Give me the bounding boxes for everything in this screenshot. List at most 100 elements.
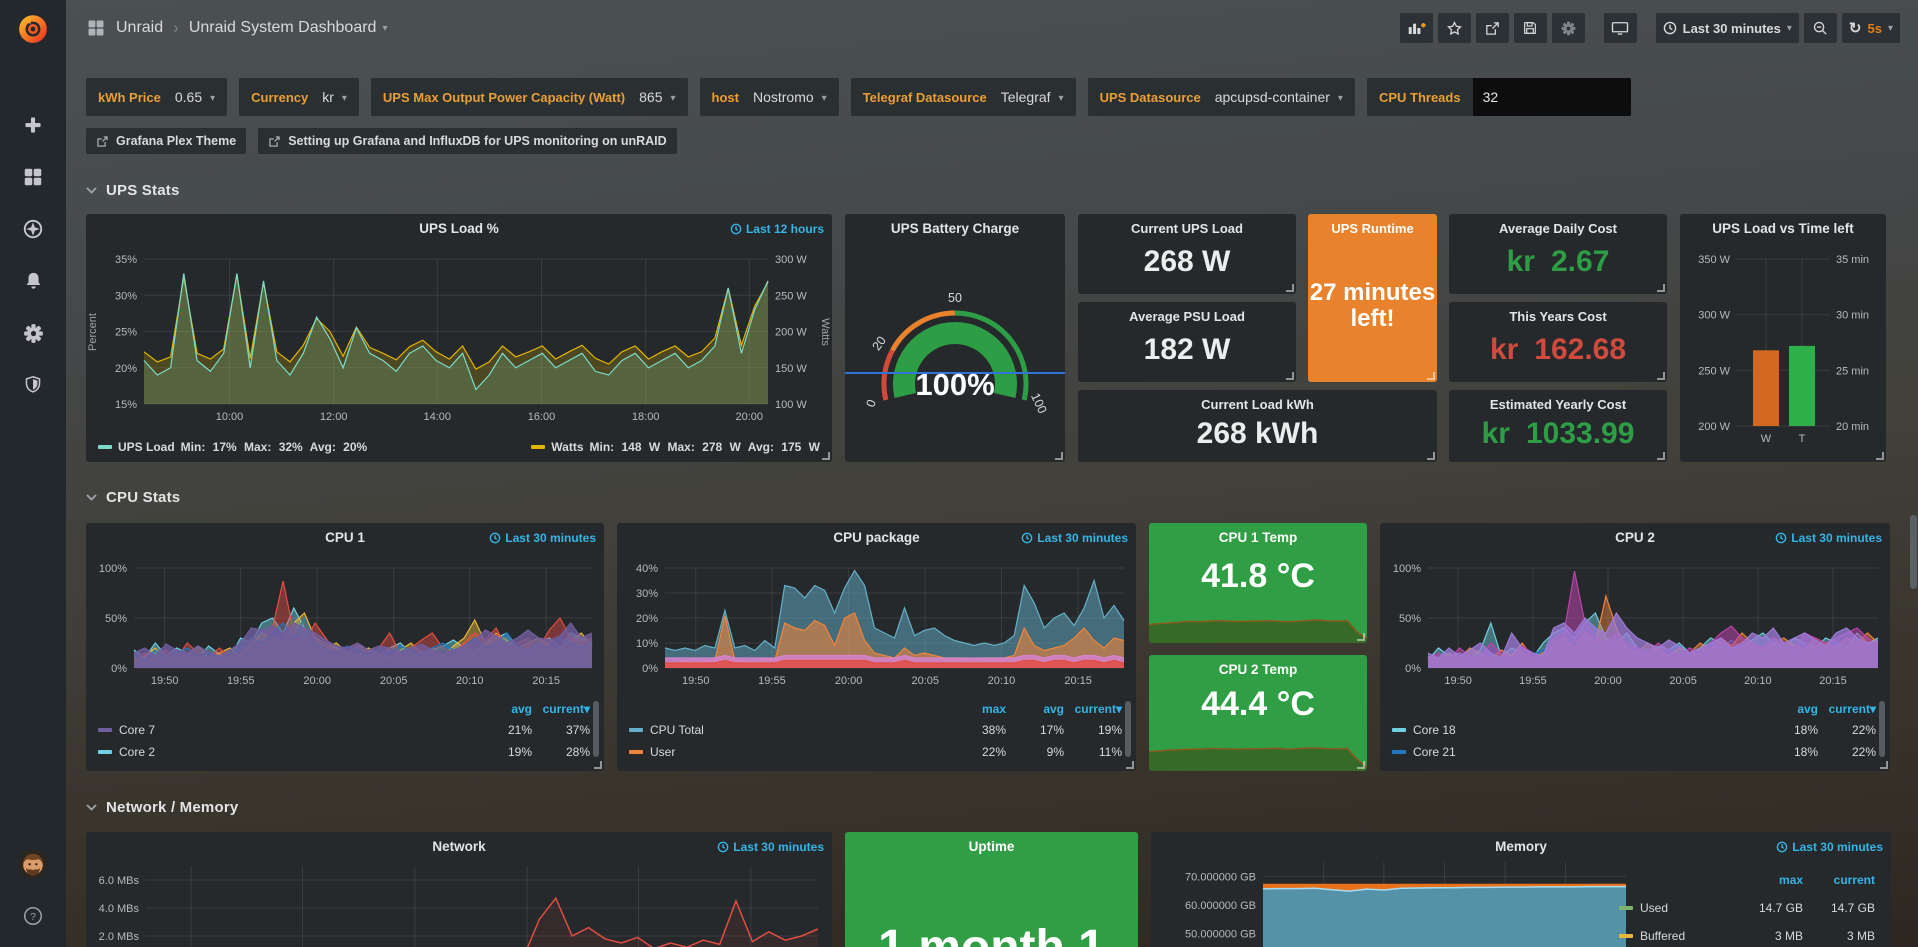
panel-title[interactable]: UPS Load % — [126, 221, 792, 236]
legend-column-header[interactable]: current — [1803, 873, 1875, 887]
explore-compass-icon[interactable] — [16, 214, 50, 244]
zoom-out-button[interactable] — [1804, 13, 1837, 43]
panel-title[interactable]: UPS Load vs Time left — [1688, 221, 1878, 236]
dashboards-grid-icon[interactable] — [16, 162, 50, 192]
sparkline — [1149, 607, 1367, 643]
y-axis-label-right: Watts — [819, 297, 831, 367]
battery-gauge[interactable]: 02050100 — [845, 214, 1065, 462]
svg-text:19:55: 19:55 — [227, 675, 255, 687]
chevron-down-icon: ▾ — [1059, 93, 1064, 104]
panel-time-override[interactable]: Last 30 minutes — [1021, 531, 1128, 545]
svg-text:19:55: 19:55 — [1519, 675, 1547, 687]
panel-time-override[interactable]: Last 30 minutes — [1776, 840, 1883, 854]
save-button[interactable] — [1514, 13, 1547, 43]
breadcrumb-app[interactable]: Unraid — [116, 19, 163, 37]
legend-column-header[interactable]: current▾ — [1064, 702, 1122, 716]
legend-column-header[interactable]: current▾ — [532, 702, 590, 716]
create-plus-icon[interactable] — [16, 110, 50, 140]
legend-series-name[interactable]: Core 21 — [1392, 745, 1760, 759]
legend-series-name[interactable]: Core 18 — [1392, 723, 1760, 737]
panel-title[interactable]: Uptime — [885, 839, 1098, 854]
legend-series-name[interactable]: Used — [1619, 901, 1731, 915]
series-swatch — [98, 445, 112, 449]
panel-time-override[interactable]: Last 30 minutes — [717, 840, 824, 854]
settings-gear-button[interactable] — [1552, 13, 1585, 43]
legend-series-name[interactable]: Core 7 — [98, 723, 474, 737]
legend-series-name[interactable]: Buffered — [1619, 929, 1731, 943]
legend-column-header[interactable]: max — [1731, 873, 1803, 887]
kiosk-monitor-button[interactable] — [1604, 13, 1637, 43]
help-icon[interactable]: ? — [16, 901, 50, 931]
svg-text:?: ? — [30, 911, 36, 923]
variable-telegraf-datasource[interactable]: Telegraf Datasource Telegraf ▾ — [851, 78, 1076, 116]
server-admin-shield-icon[interactable] — [16, 370, 50, 400]
gauge-value: 100% — [845, 367, 1065, 403]
legend-scrollbar[interactable] — [1125, 701, 1131, 757]
panel-title[interactable]: CPU 1 Temp — [1189, 530, 1327, 545]
legend-column-header[interactable]: max — [948, 702, 1006, 716]
legend-series-name[interactable]: User — [629, 745, 948, 759]
link-ups-monitoring-guide[interactable]: Setting up Grafana and InfluxDB for UPS … — [258, 128, 676, 154]
legend-series-name[interactable]: Core 2 — [98, 745, 474, 759]
legend-scrollbar[interactable] — [1879, 701, 1885, 757]
panel-title[interactable]: Memory — [1191, 839, 1851, 854]
page-scrollbar-thumb[interactable] — [1910, 515, 1917, 589]
cpu2-chart[interactable]: 19:5019:5520:0020:0520:1020:15100%50%0% — [1380, 523, 1890, 693]
share-button[interactable] — [1476, 13, 1509, 43]
add-panel-button[interactable] — [1400, 13, 1433, 43]
sidebar-bottom: ? — [0, 849, 66, 931]
user-avatar[interactable] — [18, 849, 48, 879]
section-ups-stats[interactable]: UPS Stats — [86, 176, 1890, 204]
variable-currency[interactable]: Currency kr ▾ — [239, 78, 359, 116]
svg-text:0%: 0% — [642, 663, 658, 675]
cpu-threads-input[interactable] — [1473, 78, 1631, 116]
svg-text:50%: 50% — [105, 613, 127, 625]
dashboard-title[interactable]: Unraid System Dashboard ▾ — [189, 19, 388, 37]
star-button[interactable] — [1438, 13, 1471, 43]
legend-scrollbar[interactable] — [593, 701, 599, 757]
panel-ups-load-vs-time-left: UPS Load vs Time left 350 W35 min300 W30… — [1680, 214, 1886, 462]
ups-load-chart[interactable]: 10:0012:0014:0016:0018:0020:0035%30%25%2… — [86, 214, 832, 462]
svg-text:12:00: 12:00 — [320, 411, 348, 423]
time-range-picker[interactable]: Last 30 minutes ▾ — [1656, 13, 1799, 43]
legend-column-header[interactable]: avg — [474, 702, 532, 716]
svg-text:200 W: 200 W — [1698, 421, 1730, 433]
legend-item[interactable]: UPS Load Min: 17% Max: 32% Avg: 20% — [98, 440, 367, 454]
panel-title[interactable]: Network — [126, 839, 792, 854]
panel-time-override[interactable]: Last 30 minutes — [489, 531, 596, 545]
section-network-memory[interactable]: Network / Memory — [86, 793, 1890, 821]
panel-title[interactable]: CPU 2 Temp — [1189, 662, 1327, 677]
dashboard-grid-icon[interactable] — [86, 18, 106, 38]
svg-text:35%: 35% — [115, 254, 137, 266]
variable-ups-max-power[interactable]: UPS Max Output Power Capacity (Watt) 865… — [371, 78, 688, 116]
panel-time-override[interactable]: Last 30 minutes — [1775, 531, 1882, 545]
panel-time-override[interactable]: Last 12 hours — [730, 222, 824, 236]
legend-column-header[interactable]: avg — [1006, 702, 1064, 716]
svg-text:14:00: 14:00 — [424, 411, 452, 423]
cpu1-chart[interactable]: 19:5019:5520:0020:0520:1020:15100%50%0% — [86, 523, 604, 693]
chevron-down-icon — [86, 187, 97, 194]
ups-bar-chart[interactable]: 350 W35 min300 W30 min250 W25 min200 W20… — [1680, 214, 1886, 462]
legend-row: Core 721%37% — [98, 719, 590, 741]
legend-item[interactable]: Watts Min: 148 W Max: 278 W Avg: 175 W — [531, 440, 820, 454]
variable-host[interactable]: host Nostromo ▾ — [700, 78, 839, 116]
panel-title[interactable]: UPS Battery Charge — [885, 221, 1025, 236]
variable-ups-datasource[interactable]: UPS Datasource apcupsd-container ▾ — [1088, 78, 1355, 116]
svg-text:20 min: 20 min — [1836, 421, 1869, 433]
navbar: Unraid › Unraid System Dashboard ▾ — [66, 0, 1918, 56]
legend-column-header[interactable]: current▾ — [1818, 702, 1876, 716]
alerting-bell-icon[interactable] — [16, 266, 50, 296]
link-grafana-plex-theme[interactable]: Grafana Plex Theme — [86, 128, 246, 154]
variable-kwh-price[interactable]: kWh Price 0.65 ▾ — [86, 78, 227, 116]
svg-text:0%: 0% — [111, 663, 127, 675]
legend-column-header[interactable]: avg — [1760, 702, 1818, 716]
refresh-picker[interactable]: ↻ 5s ▾ — [1842, 13, 1900, 43]
cpu-package-chart[interactable]: 19:5019:5520:0020:0520:1020:1540%30%20%1… — [617, 523, 1136, 693]
svg-text:20:10: 20:10 — [1744, 675, 1772, 687]
panel-ups-battery-charge: UPS Battery Charge 02050100 100% — [845, 214, 1065, 462]
svg-text:20:00: 20:00 — [1594, 675, 1622, 687]
configuration-gear-icon[interactable] — [16, 318, 50, 348]
legend-series-name[interactable]: CPU Total — [629, 723, 948, 737]
section-cpu-stats[interactable]: CPU Stats — [86, 483, 1890, 511]
grafana-logo-icon[interactable] — [13, 8, 53, 48]
